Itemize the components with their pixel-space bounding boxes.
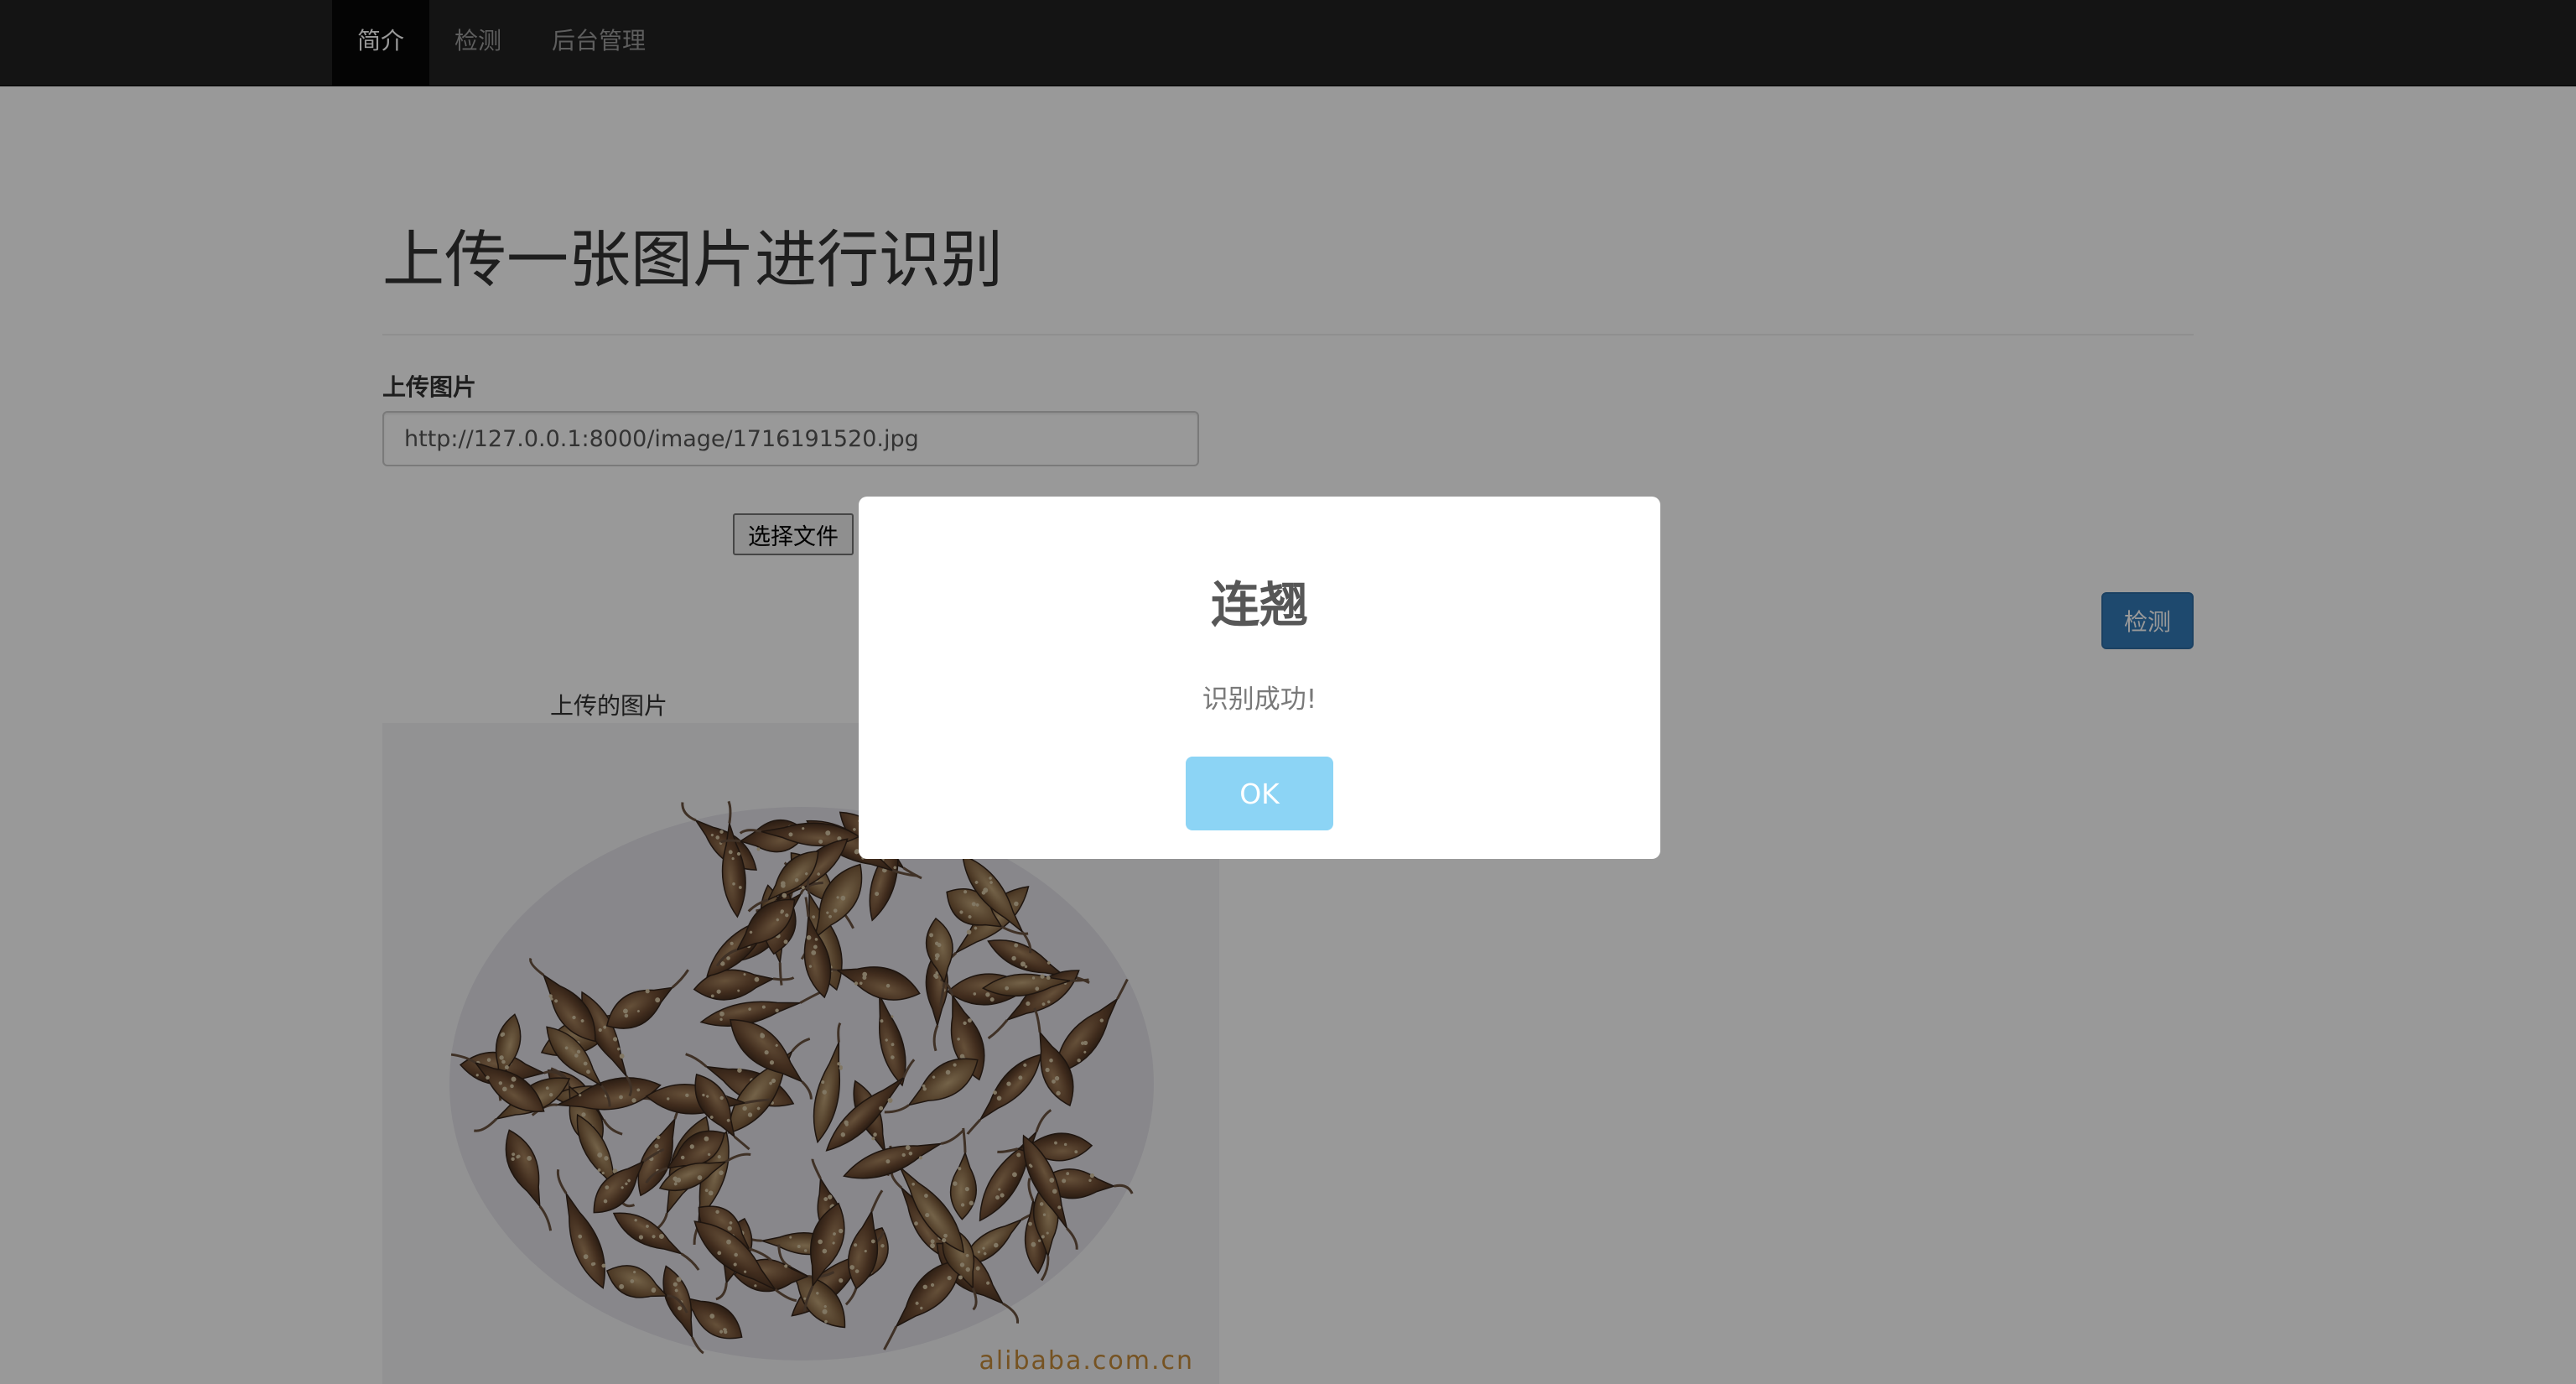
dialog-title: 连翘 xyxy=(1210,576,1308,633)
alert-dialog: 连翘 识别成功! OK xyxy=(859,497,1660,859)
dialog-ok-button[interactable]: OK xyxy=(1186,757,1333,830)
dialog-message: 识别成功! xyxy=(1202,684,1317,715)
